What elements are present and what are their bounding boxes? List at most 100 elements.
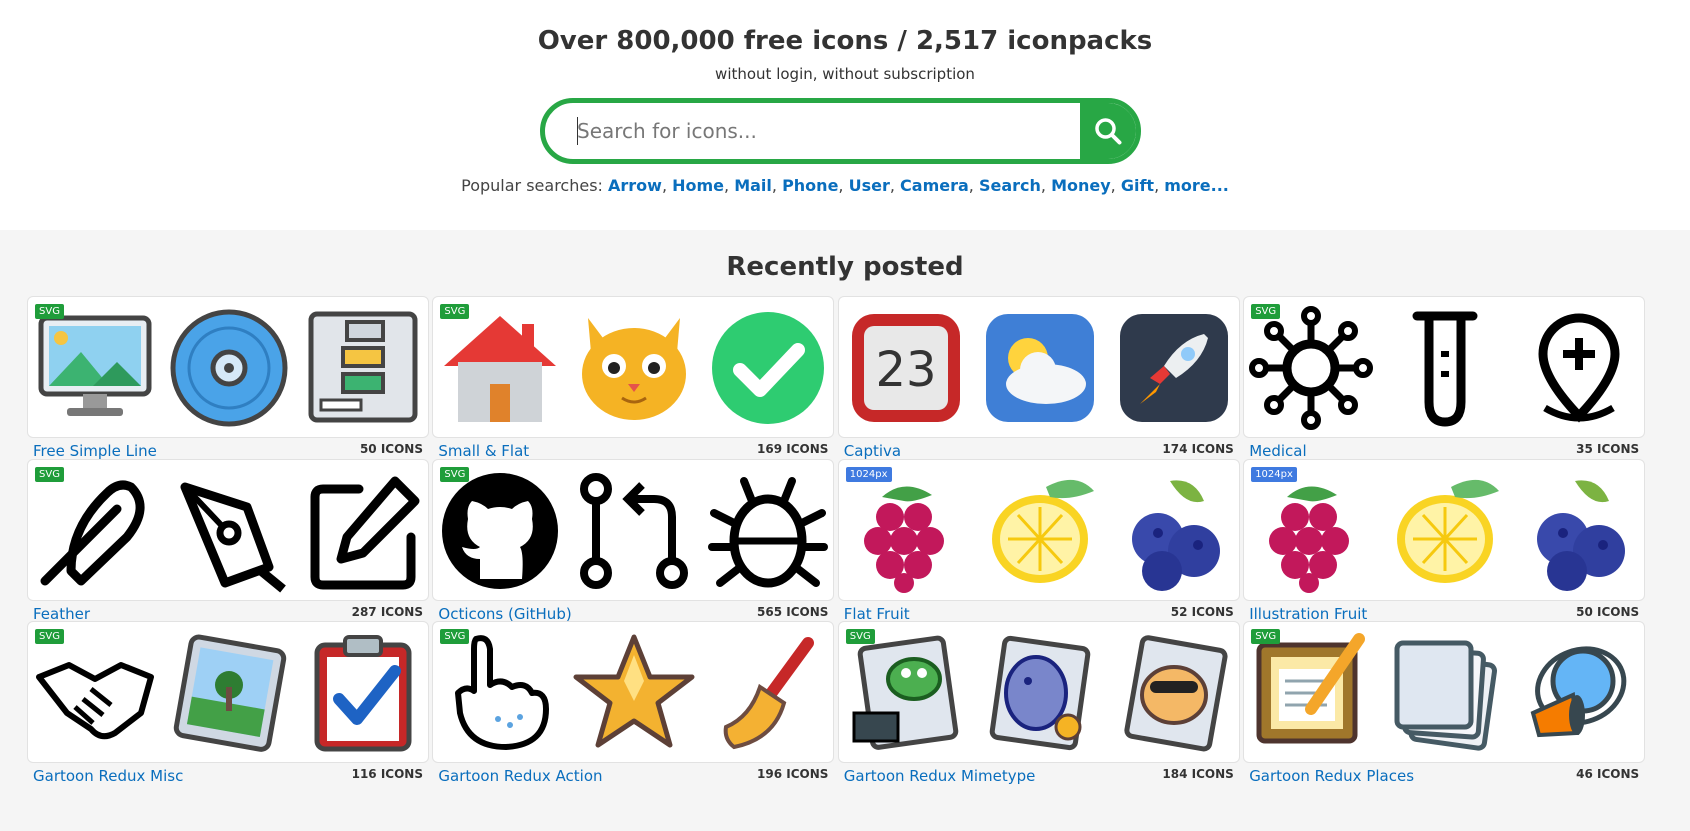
icon-count: 184 ICONS	[1162, 767, 1234, 781]
format-badge: SVG	[440, 629, 470, 644]
icon-previews	[839, 464, 1239, 598]
iconpack-title[interactable]: Free Simple Line	[33, 442, 157, 460]
iconpack-preview[interactable]: SVG	[1243, 296, 1646, 438]
raspberry-icon	[1269, 485, 1350, 593]
popular-link[interactable]: Gift	[1121, 176, 1154, 195]
iconpack-card[interactable]: 1024px Flat Fruit 52 ICONS	[837, 458, 1240, 623]
search-button[interactable]	[1080, 103, 1136, 159]
format-badge: SVG	[35, 304, 64, 319]
icon-count: 50 ICONS	[1576, 604, 1640, 619]
handshake-icon	[36, 662, 154, 740]
rocket-icon	[1119, 314, 1228, 422]
blueberry-icon	[1537, 479, 1626, 591]
calendar-icon: 23	[851, 314, 960, 422]
iconpack-card[interactable]: SVG Medical 35 ICONS	[1243, 296, 1646, 460]
popular-link[interactable]: Money	[1051, 176, 1111, 195]
cat-icon	[582, 318, 687, 420]
icon-previews	[1244, 626, 1644, 760]
iconpack-title[interactable]: Gartoon Redux Places	[1249, 767, 1414, 785]
iconpack-title[interactable]: Gartoon Redux Misc	[33, 767, 183, 785]
picture-icon	[173, 634, 287, 752]
iconpack-preview[interactable]: SVG	[432, 458, 835, 601]
pointing-hand-icon	[455, 635, 550, 750]
icon-previews	[28, 464, 428, 598]
iconpack-card[interactable]: SVG Gartoon Redux Action 196 ICONS	[432, 621, 835, 785]
popular-searches: Popular searches: Arrow, Home, Mail, Pho…	[461, 176, 1229, 195]
icon-count: 174 ICONS	[1162, 442, 1234, 456]
iconpack-title[interactable]: Small & Flat	[438, 442, 529, 460]
icon-previews	[1244, 301, 1644, 435]
page-subtitle: without login, without subscription	[715, 65, 975, 83]
search-input[interactable]	[545, 103, 1085, 159]
popular-link[interactable]: Arrow	[608, 176, 662, 195]
format-badge: 1024px	[845, 466, 892, 482]
iconpack-preview[interactable]: SVG	[1243, 621, 1646, 763]
format-badge: SVG	[1251, 304, 1281, 319]
iconpack-preview[interactable]: SVG	[27, 621, 429, 763]
iconpack-title[interactable]: Medical	[1249, 442, 1306, 460]
icon-previews	[433, 301, 833, 435]
search-bar	[540, 98, 1141, 164]
monitor-image-icon	[38, 315, 152, 416]
raspberry-icon	[863, 485, 944, 593]
svg-text:23: 23	[875, 342, 936, 398]
iconpack-card[interactable]: 23 Captiva 174 ICONS	[837, 296, 1240, 460]
feather-icon	[40, 480, 145, 585]
edit-icon	[310, 476, 420, 589]
iconpack-title[interactable]: Gartoon Redux Action	[438, 767, 602, 785]
iconpack-title[interactable]: Feather	[33, 605, 90, 623]
iconpack-title[interactable]: Octicons (GitHub)	[438, 605, 571, 623]
more-link[interactable]: more...	[1164, 176, 1229, 195]
format-badge: SVG	[440, 304, 470, 319]
popular-link[interactable]: Phone	[782, 176, 838, 195]
lemon-icon	[991, 479, 1094, 583]
section-heading: Recently posted	[726, 252, 964, 282]
iconpack-preview[interactable]: 1024px	[1243, 458, 1646, 601]
popular-link[interactable]: Search	[979, 176, 1041, 195]
iconpack-preview[interactable]: 1024px	[837, 458, 1240, 601]
popular-link[interactable]: Mail	[734, 176, 772, 195]
weather-cloud-icon	[985, 314, 1094, 422]
php-file-icon	[989, 635, 1091, 751]
iconpack-preview[interactable]: SVG	[432, 296, 835, 438]
iconpack-card[interactable]: SVG Free Simple Line 50 ICONS	[27, 296, 429, 460]
icon-count: 169 ICONS	[757, 442, 829, 456]
flowchart-icon	[308, 311, 418, 423]
python-file-icon	[852, 635, 959, 750]
popular-link[interactable]: User	[849, 176, 890, 195]
icon-count: 116 ICONS	[351, 767, 423, 781]
iconpack-card[interactable]: SVG Gartoon Redux Misc 116 ICONS	[27, 621, 429, 785]
icon-previews	[433, 626, 833, 760]
iconpack-card[interactable]: SVG Octicons (GitHub) 565 ICONS	[432, 458, 835, 623]
icon-count: 35 ICONS	[1576, 442, 1640, 456]
format-badge: SVG	[845, 629, 875, 644]
iconpack-preview[interactable]: SVG	[27, 458, 429, 601]
format-badge: SVG	[1251, 629, 1281, 644]
iconpack-preview[interactable]: 23	[837, 296, 1240, 438]
iconpack-preview[interactable]: SVG	[27, 296, 429, 438]
iconpack-card[interactable]: SVG Gartoon Redux Mimetype 184 ICONS	[837, 621, 1240, 785]
popular-link[interactable]: Home	[672, 176, 724, 195]
icon-count: 287 ICONS	[351, 604, 423, 619]
iconpack-title[interactable]: Captiva	[844, 442, 901, 460]
disc-icon	[170, 309, 288, 427]
lemon-icon	[1397, 479, 1500, 583]
iconpack-title[interactable]: Illustration Fruit	[1249, 605, 1367, 623]
iconpack-card[interactable]: SVG Small & Flat 169 ICONS	[432, 296, 835, 460]
pull-request-icon	[580, 472, 689, 589]
iconpack-preview[interactable]: SVG	[837, 621, 1240, 763]
iconpack-card[interactable]: 1024px Illustration Fruit 50 ICONS	[1243, 458, 1646, 623]
iconpack-card[interactable]: SVG Feather 287 ICONS	[27, 458, 429, 623]
icon-previews	[1244, 464, 1644, 598]
iconpack-title[interactable]: Flat Fruit	[844, 605, 910, 623]
format-badge: 1024px	[1251, 466, 1297, 482]
format-badge: SVG	[440, 466, 470, 482]
popular-link[interactable]: Camera	[900, 176, 969, 195]
house-icon	[444, 316, 557, 422]
github-icon	[442, 472, 559, 589]
iconpack-card[interactable]: SVG Gartoon Redux Places 46 ICONS	[1243, 621, 1646, 785]
iconpack-title[interactable]: Gartoon Redux Mimetype	[844, 767, 1036, 785]
virus-icon	[1249, 306, 1374, 430]
icon-previews	[28, 301, 428, 435]
iconpack-preview[interactable]: SVG	[432, 621, 835, 763]
